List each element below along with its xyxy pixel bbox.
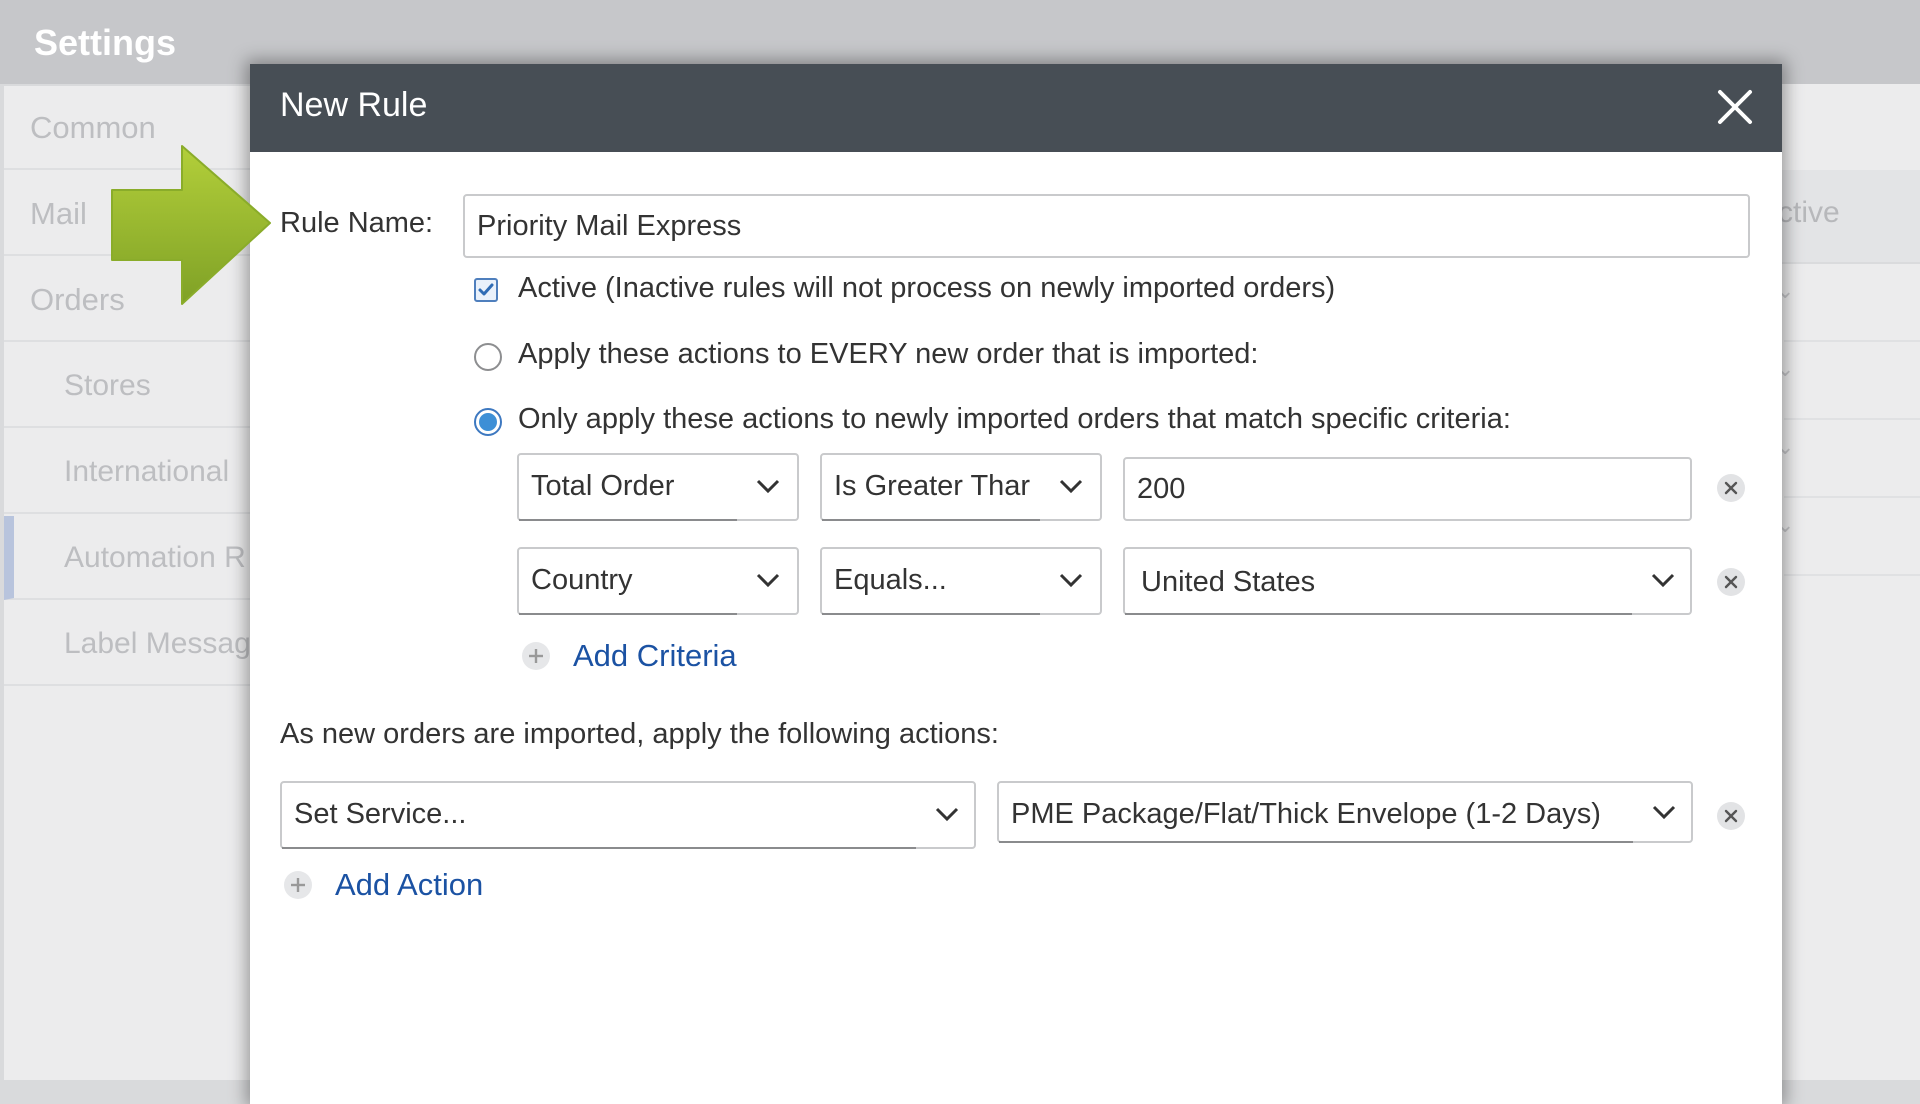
checkmark-icon — [478, 283, 494, 296]
close-icon — [1718, 90, 1752, 124]
table-row[interactable] — [1784, 340, 1920, 420]
dialog-title: New Rule — [280, 86, 428, 124]
table-row[interactable] — [1784, 418, 1920, 498]
chevron-down-icon — [1651, 573, 1675, 588]
close-icon — [1724, 481, 1738, 495]
rule-name-label: Rule Name: — [280, 207, 434, 239]
settings-title: Settings — [34, 22, 177, 63]
chevron-down-icon — [1059, 479, 1083, 494]
radio-apply-specific-criteria[interactable] — [474, 408, 502, 436]
select-underline — [519, 519, 737, 521]
select-underline — [822, 613, 1040, 615]
radio-apply-every-order[interactable] — [474, 343, 502, 371]
table-row[interactable] — [1784, 496, 1920, 576]
close-icon — [1724, 809, 1738, 823]
radio-apply-every-label: Apply these actions to EVERY new order t… — [518, 338, 1259, 370]
sidebar-item-stores[interactable]: Stores — [4, 344, 254, 428]
action-service-value: PME Package/Flat/Thick Envelope (1-2 Day… — [1011, 798, 1601, 830]
criteria-country-select[interactable]: United States — [1123, 547, 1692, 615]
chevron-down-icon — [756, 479, 780, 494]
criteria-value-input[interactable] — [1123, 457, 1692, 521]
criteria-operator-select[interactable]: Equals... — [820, 547, 1102, 615]
callout-arrow-icon — [111, 145, 271, 305]
active-checkbox-label: Active (Inactive rules will not process … — [518, 272, 1336, 304]
plus-icon[interactable] — [284, 871, 312, 899]
table-row[interactable] — [1784, 262, 1920, 342]
sidebar-item-automation-rules[interactable]: Automation R — [4, 516, 254, 600]
active-checkbox[interactable] — [474, 278, 498, 302]
criteria-field-value: Country — [531, 564, 633, 596]
remove-action-button[interactable] — [1717, 802, 1745, 830]
new-rule-dialog: New Rule Rule Name: Active (Inactive rul… — [250, 64, 1782, 1104]
dialog-header: New Rule — [250, 64, 1782, 152]
close-icon — [1724, 575, 1738, 589]
criteria-operator-select[interactable]: Is Greater Thar — [820, 453, 1102, 521]
remove-criteria-button[interactable] — [1717, 568, 1745, 596]
sidebar-item-label-messages[interactable]: Label Messag — [4, 602, 254, 686]
close-button[interactable] — [1710, 82, 1760, 132]
select-underline — [999, 841, 1633, 843]
select-underline — [519, 613, 737, 615]
action-type-select[interactable]: Set Service... — [280, 781, 976, 849]
select-underline — [822, 519, 1040, 521]
plus-icon[interactable] — [522, 642, 550, 670]
select-underline — [1125, 613, 1632, 615]
criteria-operator-value: Is Greater Thar — [834, 470, 1031, 502]
add-criteria-link[interactable]: Add Criteria — [573, 638, 737, 674]
radio-apply-specific-label: Only apply these actions to newly import… — [518, 403, 1511, 435]
sidebar-item-international[interactable]: International — [4, 430, 254, 514]
select-underline — [282, 847, 916, 849]
chevron-down-icon — [1652, 805, 1676, 820]
criteria-operator-value: Equals... — [834, 564, 947, 596]
action-service-select[interactable]: PME Package/Flat/Thick Envelope (1-2 Day… — [997, 781, 1693, 843]
criteria-field-select[interactable]: Total Order — [517, 453, 799, 521]
remove-criteria-button[interactable] — [1717, 474, 1745, 502]
actions-heading: As new orders are imported, apply the fo… — [280, 718, 999, 750]
column-header-active-partial: ctive — [1778, 196, 1840, 229]
criteria-field-value: Total Order — [531, 470, 675, 502]
chevron-down-icon — [935, 807, 959, 822]
add-action-link[interactable]: Add Action — [335, 867, 483, 903]
chevron-down-icon — [756, 573, 780, 588]
action-type-value: Set Service... — [294, 798, 467, 830]
criteria-field-select[interactable]: Country — [517, 547, 799, 615]
chevron-down-icon — [1059, 573, 1083, 588]
rule-name-input[interactable] — [463, 194, 1750, 258]
criteria-country-value: United States — [1141, 566, 1316, 598]
